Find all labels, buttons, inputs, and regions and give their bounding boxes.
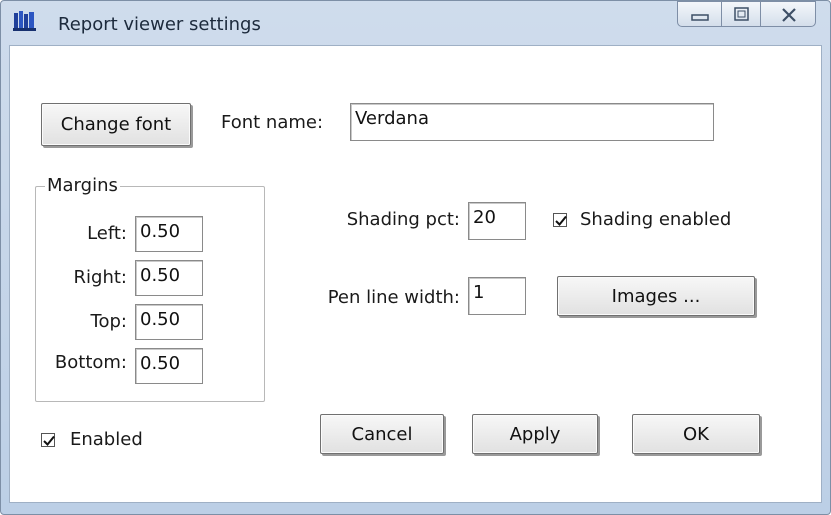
- close-icon: [782, 8, 796, 22]
- images-button[interactable]: Images ...: [557, 276, 755, 316]
- margin-bottom-input[interactable]: 0.50: [135, 348, 203, 384]
- margin-bottom-label: Bottom:: [54, 352, 127, 373]
- title-bar[interactable]: Report viewer settings: [1, 1, 830, 45]
- ok-button-label: OK: [683, 423, 709, 445]
- dialog-client-area: Change font Font name: Verdana Margins L…: [9, 45, 822, 503]
- margin-right-value: 0.50: [140, 265, 181, 286]
- margin-bottom-value: 0.50: [140, 353, 181, 374]
- pen-line-width-input[interactable]: 1: [468, 277, 526, 315]
- dialog-window: Report viewer settings Change font Font …: [0, 0, 831, 515]
- shading-enabled-label: Shading enabled: [580, 209, 732, 230]
- checkmark-icon: [43, 435, 55, 446]
- window-title: Report viewer settings: [58, 14, 261, 35]
- enabled-label: Enabled: [70, 429, 143, 450]
- margin-right-input[interactable]: 0.50: [135, 260, 203, 296]
- apply-button[interactable]: Apply: [472, 414, 598, 454]
- margin-left-value: 0.50: [140, 221, 181, 242]
- shading-pct-input[interactable]: 20: [468, 202, 526, 240]
- app-icon: [13, 10, 37, 32]
- margins-legend: Margins: [45, 175, 120, 196]
- margin-left-input[interactable]: 0.50: [135, 216, 203, 252]
- margin-top-value: 0.50: [140, 309, 181, 330]
- minimize-button[interactable]: [677, 1, 722, 27]
- ok-button[interactable]: OK: [632, 414, 760, 454]
- font-name-label: Font name:: [221, 112, 324, 133]
- close-button[interactable]: [760, 1, 816, 27]
- shading-pct-value: 20: [473, 207, 496, 228]
- minimize-icon: [691, 14, 709, 21]
- maximize-icon: [734, 7, 749, 21]
- pen-line-width-label: Pen line width:: [327, 287, 460, 308]
- enabled-checkbox[interactable]: [41, 433, 55, 447]
- font-name-input[interactable]: Verdana: [350, 103, 714, 141]
- margin-left-label: Left:: [87, 223, 127, 244]
- cancel-button-label: Cancel: [351, 423, 413, 445]
- shading-pct-label: Shading pct:: [346, 209, 460, 230]
- change-font-button-label: Change font: [60, 114, 172, 135]
- change-font-button[interactable]: Change font: [41, 103, 191, 146]
- font-name-value: Verdana: [355, 108, 429, 129]
- images-button-label: Images ...: [611, 285, 701, 307]
- margin-right-label: Right:: [73, 267, 127, 288]
- margin-top-label: Top:: [90, 311, 127, 332]
- shading-enabled-checkbox[interactable]: [553, 213, 567, 227]
- checkmark-icon: [555, 215, 567, 226]
- pen-line-width-value: 1: [473, 282, 485, 303]
- margin-top-input[interactable]: 0.50: [135, 304, 203, 340]
- cancel-button[interactable]: Cancel: [320, 414, 444, 454]
- maximize-button[interactable]: [721, 1, 761, 27]
- apply-button-label: Apply: [509, 423, 561, 445]
